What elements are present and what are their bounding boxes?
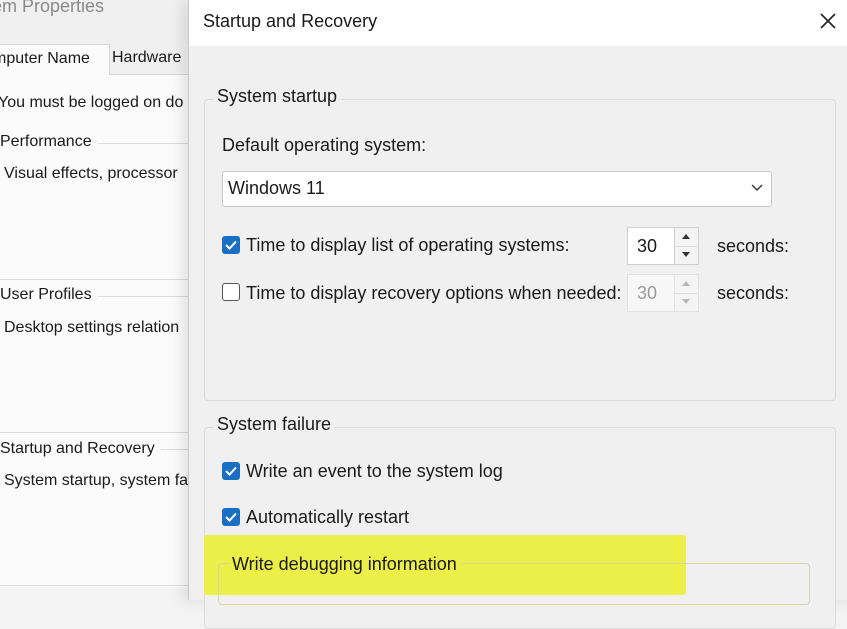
default-os-label: Default operating system: (222, 135, 427, 155)
admin-notice: You must be logged on do (0, 94, 184, 111)
dialog-title: Startup and Recovery (203, 11, 378, 31)
display-os-list-label: Time to display list of operating system… (246, 235, 570, 255)
display-os-list-unit: seconds: (717, 236, 790, 256)
window-title: em Properties (0, 0, 105, 16)
system-startup-legend: System startup (213, 86, 342, 107)
auto-restart-checkbox[interactable] (222, 508, 240, 526)
tab-computer-name[interactable]: mputer Name (0, 44, 110, 76)
performance-description: Visual effects, processor (4, 165, 178, 182)
auto-restart-label: Automatically restart (246, 507, 410, 527)
triangle-down-icon (682, 299, 690, 304)
triangle-up-icon (682, 281, 690, 286)
chevron-down-icon (751, 184, 763, 191)
default-os-value: Windows 11 (228, 178, 325, 198)
default-os-select[interactable]: Windows 11 (222, 171, 772, 207)
system-failure-legend: System failure (213, 414, 336, 435)
spin-buttons-disabled (675, 274, 699, 312)
display-os-list-spinner[interactable]: 30 (627, 227, 699, 265)
performance-title: Performance (0, 133, 98, 151)
user-profiles-title: User Profiles (0, 286, 98, 304)
user-profiles-description: Desktop settings relation (4, 319, 180, 336)
spin-down-button-disabled (675, 293, 697, 311)
write-event-label: Write an event to the system log (246, 461, 503, 481)
checkmark-icon (225, 240, 237, 250)
startup-recovery-description: System startup, system fa (4, 472, 189, 489)
display-os-list-checkbox[interactable] (222, 236, 240, 254)
display-recovery-spinner: 30 (627, 274, 699, 312)
close-icon (820, 13, 836, 29)
display-recovery-label: Time to display recovery options when ne… (246, 283, 622, 303)
spin-down-button[interactable] (675, 246, 697, 264)
startup-recovery-title: Startup and Recovery (0, 440, 161, 458)
checkmark-icon (225, 512, 237, 522)
display-os-list-value[interactable]: 30 (627, 227, 675, 265)
write-event-checkbox[interactable] (222, 462, 240, 480)
display-recovery-checkbox[interactable] (222, 283, 240, 301)
display-recovery-unit: seconds: (717, 283, 790, 303)
spin-buttons (675, 227, 699, 265)
display-recovery-value: 30 (627, 274, 675, 312)
dialog-titlebar: Startup and Recovery (189, 0, 847, 46)
spin-up-button-disabled (675, 275, 697, 294)
triangle-down-icon (682, 252, 690, 257)
close-button[interactable] (813, 6, 843, 36)
triangle-up-icon (682, 234, 690, 239)
spin-up-button[interactable] (675, 228, 697, 247)
checkmark-icon (225, 466, 237, 476)
debugging-legend: Write debugging information (228, 554, 461, 575)
